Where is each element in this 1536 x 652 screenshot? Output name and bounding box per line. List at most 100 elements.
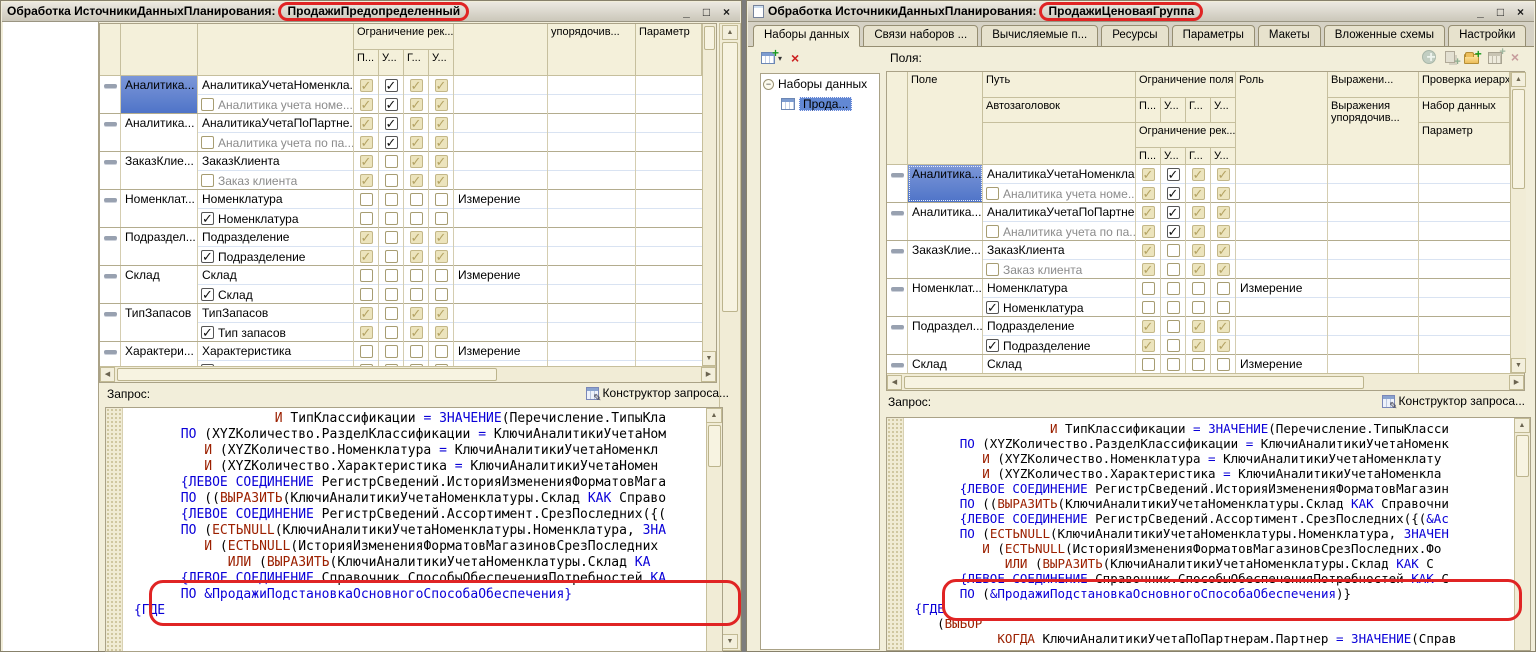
checkbox-cell[interactable]	[1211, 203, 1236, 222]
path-subcell[interactable]: Номенклатура	[983, 298, 1136, 317]
ordering-cell[interactable]	[548, 285, 636, 304]
checkbox-cell[interactable]	[1161, 355, 1186, 373]
checkbox[interactable]	[1167, 168, 1180, 181]
role-cell[interactable]	[454, 247, 548, 266]
checkbox-cell[interactable]	[1186, 184, 1211, 203]
checkbox[interactable]	[1167, 263, 1180, 276]
checkbox[interactable]	[410, 269, 423, 282]
checkbox[interactable]	[385, 155, 398, 168]
column-header-p[interactable]: П...	[1136, 148, 1161, 165]
row-grip-cell[interactable]	[100, 304, 121, 341]
column-header-ordering[interactable]: упорядочив...	[548, 24, 636, 76]
checkbox-cell[interactable]	[429, 266, 454, 285]
scroll-up-icon[interactable]: ▲	[1511, 72, 1526, 87]
checkbox-cell[interactable]	[404, 247, 429, 266]
checkbox[interactable]	[410, 326, 423, 339]
tree-item-dataset[interactable]: Прода...	[761, 94, 879, 114]
column-header-path[interactable]: Путь	[983, 72, 1136, 98]
column-header-expression-ordering[interactable]: Выражения упорядочив...	[1328, 98, 1419, 165]
path-cell[interactable]: ЗаказКлиента	[983, 241, 1136, 260]
table-row-group[interactable]: ЗаказКлие... ЗаказКлиента Заказ клиента	[887, 241, 1510, 279]
role-cell[interactable]	[1236, 203, 1328, 222]
checkbox-cell[interactable]	[429, 152, 454, 171]
ordering-cell[interactable]	[1328, 165, 1419, 184]
role-cell[interactable]	[1236, 260, 1328, 279]
checkbox-cell[interactable]	[354, 342, 379, 361]
field-name-cell[interactable]: ЗаказКлие...	[908, 241, 983, 278]
path-cell[interactable]: ЗаказКлиента	[198, 152, 354, 171]
table-row-group[interactable]: Склад Склад Измерение Склад	[887, 355, 1510, 373]
parameter-cell[interactable]	[1419, 298, 1510, 317]
ordering-cell[interactable]	[548, 266, 636, 285]
checkbox[interactable]	[435, 250, 448, 263]
checkbox-cell[interactable]	[404, 95, 429, 114]
path-cell[interactable]: Подразделение	[198, 228, 354, 247]
scroll-down-icon[interactable]: ▼	[722, 634, 738, 649]
table-row-group[interactable]: Номенклат... Номенклатура Измерение Номе…	[887, 279, 1510, 317]
parameter-cell[interactable]	[636, 95, 702, 114]
checkbox-cell[interactable]	[404, 323, 429, 342]
checkbox[interactable]	[360, 269, 373, 282]
column-header-p[interactable]: П...	[354, 50, 379, 76]
checkbox-cell[interactable]	[1136, 317, 1161, 336]
checkbox[interactable]	[1142, 225, 1155, 238]
checkbox[interactable]	[1192, 320, 1205, 333]
field-name-cell[interactable]: Номенклат...	[908, 279, 983, 316]
checkbox-cell[interactable]	[1161, 165, 1186, 184]
checkbox-cell[interactable]	[404, 152, 429, 171]
checkbox-cell[interactable]	[1211, 298, 1236, 317]
row-grip-cell[interactable]	[100, 76, 121, 113]
checkbox[interactable]	[385, 288, 398, 301]
table-row-group[interactable]: Аналитика... АналитикаУчетаНоменкла... А…	[100, 76, 702, 114]
maximize-button[interactable]: □	[1494, 5, 1507, 19]
checkbox[interactable]	[1217, 358, 1230, 371]
scroll-down-icon[interactable]: ▼	[702, 351, 716, 366]
checkbox[interactable]	[435, 288, 448, 301]
ordering-cell[interactable]	[548, 95, 636, 114]
table-row-group[interactable]: ТипЗапасов ТипЗапасов Тип запасов	[100, 304, 702, 342]
checkbox-cell[interactable]	[1136, 279, 1161, 298]
path-subcell[interactable]: Заказ клиента	[198, 171, 354, 190]
add-dataset-icon[interactable]	[761, 52, 775, 64]
left-query-editor[interactable]: И ТипКлассификации = ЗНАЧЕНИЕ(Перечислен…	[105, 407, 723, 652]
checkbox[interactable]	[1167, 225, 1180, 238]
table-row-group[interactable]: Подраздел... Подразделение Подразделение	[887, 317, 1510, 355]
ordering-cell[interactable]	[548, 76, 636, 95]
column-header-p[interactable]: П...	[1136, 98, 1161, 123]
checkbox[interactable]	[1192, 225, 1205, 238]
path-subcell[interactable]: Номенклатура	[198, 209, 354, 228]
right-table-vertical-scrollbar[interactable]: ▲ ▼	[1510, 72, 1526, 373]
include-checkbox[interactable]	[201, 136, 214, 149]
column-header-hierarchy-check[interactable]: Проверка иерархии:	[1419, 72, 1510, 98]
ordering-cell[interactable]	[1328, 241, 1419, 260]
row-grip-cell[interactable]	[887, 279, 908, 316]
path-cell[interactable]: Подразделение	[983, 317, 1136, 336]
checkbox[interactable]	[1192, 358, 1205, 371]
checkbox[interactable]	[1217, 244, 1230, 257]
include-checkbox[interactable]	[986, 187, 999, 200]
include-checkbox[interactable]	[986, 339, 999, 352]
role-cell[interactable]: Измерение	[1236, 279, 1328, 298]
parameter-cell[interactable]	[1419, 260, 1510, 279]
row-grip-cell[interactable]	[100, 228, 121, 265]
role-cell[interactable]	[454, 323, 548, 342]
checkbox-cell[interactable]	[1186, 222, 1211, 241]
add-nested-table-icon[interactable]	[1488, 52, 1502, 64]
parameter-cell[interactable]	[1419, 184, 1510, 203]
ordering-cell[interactable]	[1328, 222, 1419, 241]
role-cell[interactable]	[1236, 298, 1328, 317]
checkbox-cell[interactable]	[429, 133, 454, 152]
checkbox-cell[interactable]	[1161, 203, 1186, 222]
role-cell[interactable]	[1236, 241, 1328, 260]
parameter-cell[interactable]	[636, 209, 702, 228]
checkbox-cell[interactable]	[404, 228, 429, 247]
checkbox-cell[interactable]	[354, 323, 379, 342]
parameter-cell[interactable]	[1419, 241, 1510, 260]
parameter-cell[interactable]	[1419, 317, 1510, 336]
include-checkbox[interactable]	[201, 98, 214, 111]
checkbox-cell[interactable]	[1161, 298, 1186, 317]
right-table-horizontal-scrollbar[interactable]: ◀ ▶	[887, 373, 1524, 390]
checkbox-cell[interactable]	[1161, 279, 1186, 298]
checkbox[interactable]	[435, 231, 448, 244]
query-builder-link[interactable]: Конструктор запроса...	[586, 386, 729, 400]
